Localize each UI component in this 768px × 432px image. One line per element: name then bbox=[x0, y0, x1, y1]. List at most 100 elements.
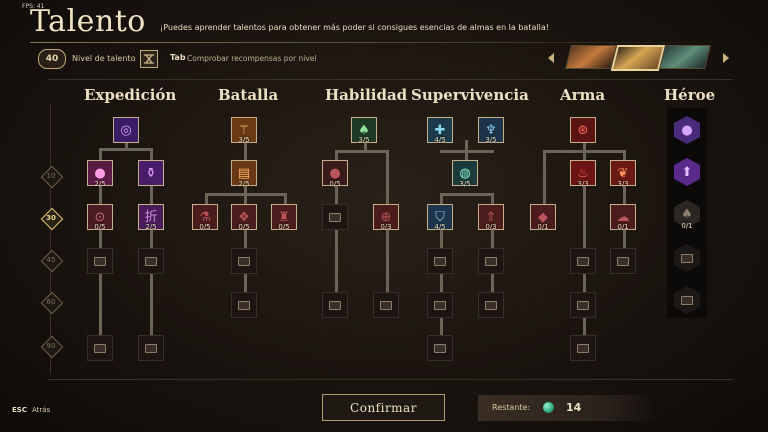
talent-node-locked[interactable] bbox=[373, 292, 399, 318]
talent-level-badge: 40 bbox=[38, 49, 66, 69]
lock-icon bbox=[617, 256, 629, 266]
flask-icon: ⚗ bbox=[199, 209, 211, 225]
talent-count: 3/3 bbox=[577, 180, 589, 188]
next-hero-arrow[interactable] bbox=[723, 53, 729, 63]
leaf-icon: ♠ bbox=[681, 206, 693, 222]
talent-node-locked[interactable] bbox=[570, 248, 596, 274]
column-expedicion: Expedición bbox=[84, 86, 177, 104]
talent-node-locked[interactable] bbox=[322, 204, 348, 230]
lock-icon bbox=[434, 300, 446, 310]
talent-node-locked[interactable] bbox=[478, 292, 504, 318]
talent-count: 2/5 bbox=[94, 180, 106, 188]
lock-icon bbox=[681, 295, 693, 305]
level-label-90: 90 bbox=[46, 342, 56, 350]
page-title: Talento bbox=[30, 4, 146, 39]
lock-icon bbox=[329, 212, 341, 222]
talent-node-locked[interactable] bbox=[478, 248, 504, 274]
title-divider bbox=[30, 42, 735, 43]
talent-node-expedicion-1[interactable]: ◎ bbox=[113, 117, 139, 143]
cross-icon: ✚ bbox=[434, 122, 446, 138]
level-label-45: 45 bbox=[46, 256, 56, 264]
hero-portrait-selected[interactable] bbox=[610, 45, 666, 71]
talent-node-locked[interactable] bbox=[427, 292, 453, 318]
lock-icon bbox=[485, 256, 497, 266]
lock-icon bbox=[329, 300, 341, 310]
lock-icon bbox=[577, 343, 589, 353]
connector bbox=[335, 150, 389, 153]
remaining-label: Restante: bbox=[492, 403, 531, 412]
scroll-icon: ▤ bbox=[237, 165, 251, 181]
hero-portrait-3[interactable] bbox=[659, 45, 711, 69]
diamond-icon: ◆ bbox=[538, 209, 548, 225]
confirm-button[interactable]: Confirmar bbox=[322, 394, 445, 421]
orb-icon: ● bbox=[681, 122, 693, 138]
remaining-value: 14 bbox=[566, 401, 582, 414]
lock-icon bbox=[145, 256, 157, 266]
leaf-icon: ♠ bbox=[358, 122, 370, 138]
coin-icon: ● bbox=[94, 165, 106, 181]
talent-node-locked[interactable] bbox=[138, 248, 164, 274]
target-icon: ⊛ bbox=[577, 122, 589, 138]
talent-count: 3/5 bbox=[238, 136, 250, 144]
connector bbox=[205, 193, 287, 196]
bottle-icon: ♜ bbox=[278, 209, 290, 225]
talent-count: 0/5 bbox=[94, 223, 106, 231]
rune-icon: 折 bbox=[144, 209, 158, 225]
lock-icon bbox=[94, 343, 106, 353]
talent-count: 0/5 bbox=[329, 180, 341, 188]
talent-count: 0/3 bbox=[380, 223, 392, 231]
talent-count: 3/5 bbox=[485, 136, 497, 144]
lock-icon bbox=[577, 256, 589, 266]
level-label-30: 30 bbox=[46, 214, 56, 222]
esc-key-hint: ESC bbox=[12, 406, 27, 414]
talent-node-locked[interactable] bbox=[138, 335, 164, 361]
swirl-icon: ◎ bbox=[120, 122, 132, 138]
level-label-10: 10 bbox=[46, 172, 56, 180]
talent-node-locked[interactable] bbox=[231, 248, 257, 274]
column-supervivencia: Supervivencia bbox=[411, 86, 529, 104]
pot-icon: ⚱ bbox=[145, 165, 157, 181]
talent-node-locked[interactable] bbox=[87, 248, 113, 274]
soul-essence-icon bbox=[543, 402, 554, 413]
bomb-icon: ● bbox=[329, 165, 341, 181]
talent-node-locked[interactable] bbox=[610, 248, 636, 274]
talent-node-locked[interactable] bbox=[570, 292, 596, 318]
talent-node-locked[interactable] bbox=[87, 335, 113, 361]
talent-count: 4/5 bbox=[434, 136, 446, 144]
talent-node-locked[interactable] bbox=[322, 292, 348, 318]
talent-node-expedicion-2b[interactable]: ⚱ bbox=[138, 160, 164, 186]
heal-icon: ◍ bbox=[459, 165, 471, 181]
lock-icon bbox=[238, 300, 250, 310]
talent-node-arma-1[interactable]: ⊛ bbox=[570, 117, 596, 143]
level-track bbox=[50, 104, 51, 374]
top-divider bbox=[48, 79, 733, 80]
talent-level-label: Nivel de talento bbox=[72, 54, 136, 63]
back-button[interactable]: Atrás bbox=[32, 406, 50, 414]
gem-cluster-icon: ❖ bbox=[238, 209, 250, 225]
plus-circle-icon: ⊕ bbox=[380, 209, 392, 225]
lock-icon bbox=[434, 343, 446, 353]
coins-icon: ⊙ bbox=[94, 209, 106, 225]
talent-node-locked[interactable] bbox=[427, 335, 453, 361]
talent-node-locked[interactable] bbox=[427, 248, 453, 274]
bottom-divider bbox=[48, 379, 733, 380]
arrow-up-icon: ⇑ bbox=[485, 209, 497, 225]
talent-count: 2/5 bbox=[238, 180, 250, 188]
rewards-icon[interactable] bbox=[140, 50, 158, 68]
talent-count: 0/5 bbox=[278, 223, 290, 231]
hero-portrait-1[interactable] bbox=[565, 45, 617, 69]
totem-icon: ⚚ bbox=[238, 122, 250, 138]
column-habilidad: Habilidad bbox=[325, 86, 408, 104]
prev-hero-arrow[interactable] bbox=[548, 53, 554, 63]
talent-node-locked[interactable] bbox=[231, 292, 257, 318]
check-rewards-link[interactable]: Comprobar recompensas por nivel bbox=[187, 54, 317, 63]
lock-icon bbox=[577, 300, 589, 310]
flame-icon: ♨ bbox=[577, 165, 589, 181]
lock-icon bbox=[485, 300, 497, 310]
talent-count: 2/5 bbox=[145, 223, 157, 231]
mask-icon: ♆ bbox=[485, 122, 497, 138]
talent-count: 4/5 bbox=[434, 223, 446, 231]
talent-count: 0/1 bbox=[681, 222, 693, 230]
talent-count: 3/5 bbox=[459, 180, 471, 188]
talent-node-locked[interactable] bbox=[570, 335, 596, 361]
